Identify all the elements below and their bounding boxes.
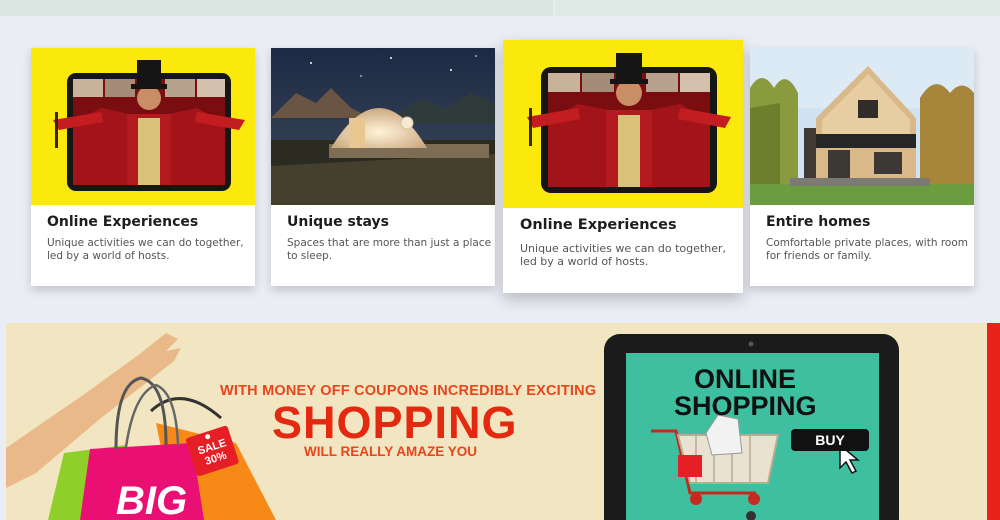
card-entire-homes[interactable]: Entire homes Comfortable private places,… (750, 48, 974, 286)
performer-video-call-image (31, 48, 255, 205)
card-description: Unique activities we can do together, le… (520, 242, 726, 268)
top-strip-right (555, 0, 1000, 16)
card-description-line: Unique activities we can do together, (47, 237, 244, 249)
screen-title-line2: SHOPPING (674, 391, 817, 421)
card-description-line: led by a world of hosts. (47, 250, 170, 262)
card-title: Entire homes (766, 214, 871, 230)
banner-headline: SHOPPING (272, 397, 518, 448)
card-description-line: led by a world of hosts. (520, 255, 649, 268)
card-description-line: Comfortable private places, with room (766, 237, 968, 249)
card-title: Online Experiences (520, 217, 677, 233)
shopping-promo-banner[interactable]: WITH MONEY OFF COUPONS INCREDIBLY EXCITI… (6, 323, 1000, 520)
card-description-line: for friends or family. (766, 250, 872, 262)
card-online-experiences[interactable]: Online Experiences Unique activities we … (31, 48, 255, 286)
card-title: Unique stays (287, 214, 389, 230)
top-strip-left (0, 0, 553, 16)
card-description: Spaces that are more than just a place t… (287, 237, 491, 263)
card-online-experiences-featured[interactable]: Online Experiences Unique activities we … (503, 40, 743, 293)
card-unique-stays[interactable]: Unique stays Spaces that are more than j… (271, 48, 495, 286)
bag-text: BIG (116, 479, 188, 520)
card-description: Comfortable private places, with room fo… (766, 237, 968, 263)
modern-cabin-image (750, 48, 974, 205)
card-title: Online Experiences (47, 214, 199, 230)
top-image-strip (0, 0, 1000, 16)
screen-title-line1: ONLINE (694, 364, 797, 394)
buy-button[interactable]: BUY (791, 429, 869, 451)
card-description-line: Unique activities we can do together, (520, 242, 726, 255)
card-description-line: to sleep. (287, 250, 333, 262)
card-description-line: Spaces that are more than just a place (287, 237, 492, 249)
banner-subline: WILL REALLY AMAZE YOU (304, 444, 478, 459)
card-description: Unique activities we can do together, le… (47, 237, 244, 263)
dome-tent-night-image (271, 48, 495, 205)
performer-video-call-image (503, 40, 743, 208)
